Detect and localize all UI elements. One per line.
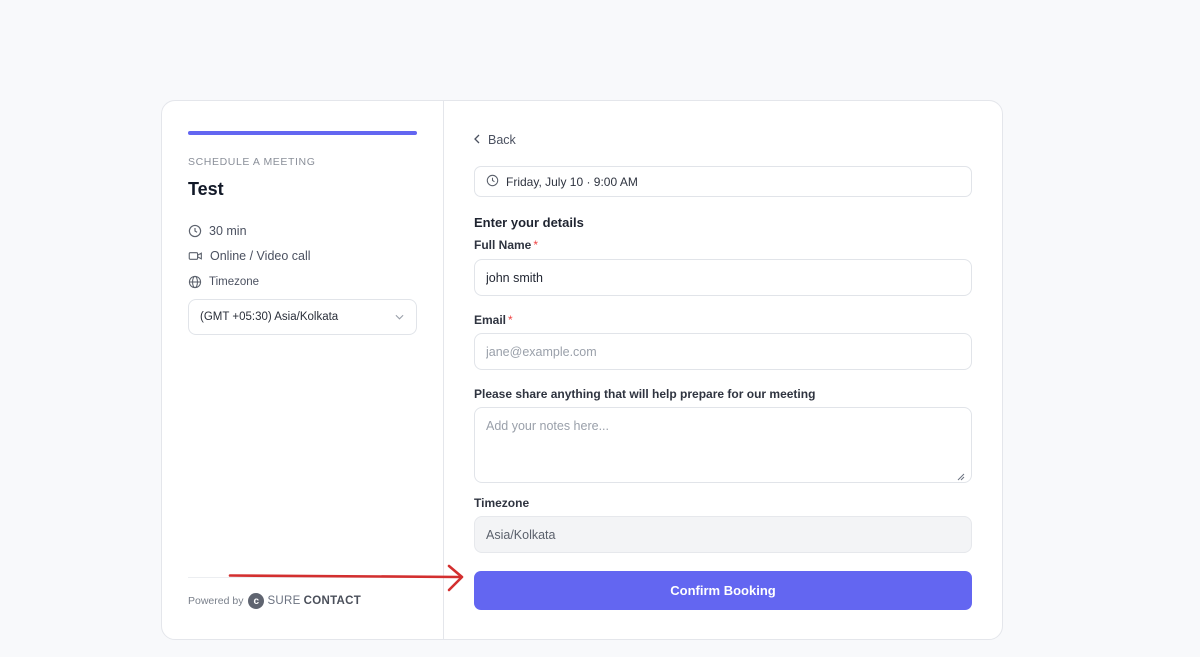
email-field[interactable] xyxy=(474,333,972,370)
booking-card: SCHEDULE A MEETING Test 30 min Online / … xyxy=(161,100,1003,640)
clock-icon xyxy=(188,224,202,238)
globe-icon xyxy=(188,275,202,289)
location-text: Online / Video call xyxy=(210,249,311,263)
powered-by-label: Powered by xyxy=(188,595,244,607)
required-marker: * xyxy=(508,313,513,327)
brand-contact: CONTACT xyxy=(303,595,362,607)
timezone-select-value: (GMT +05:30) Asia/Kolkata xyxy=(200,311,339,323)
booking-form: Back Friday, July 10 · 9:00 AM Enter you… xyxy=(474,101,972,639)
duration-text: 30 min xyxy=(209,224,247,238)
video-icon xyxy=(188,249,203,263)
brand-sure: SURE xyxy=(267,595,301,607)
accent-bar xyxy=(188,131,417,135)
selected-slot-text: Friday, July 10 · 9:00 AM xyxy=(506,174,638,189)
full-name-label: Full Name * xyxy=(474,238,538,252)
arrow-icon xyxy=(228,564,464,592)
surecontact-logo-icon: c xyxy=(248,593,265,609)
notes-label: Please share anything that will help pre… xyxy=(474,387,816,401)
duration-row: 30 min xyxy=(188,224,247,238)
email-label: Email * xyxy=(474,313,513,327)
location-row: Online / Video call xyxy=(188,249,311,263)
timezone-label: Timezone xyxy=(209,276,260,288)
surecontact-logo[interactable]: c SURE CONTACT xyxy=(248,593,361,609)
eyebrow-label: SCHEDULE A MEETING xyxy=(188,156,316,168)
required-marker: * xyxy=(533,238,539,252)
notes-field[interactable] xyxy=(474,407,972,483)
resize-handle-icon[interactable] xyxy=(956,468,965,486)
timezone-field xyxy=(474,516,972,553)
timezone-field-label: Timezone xyxy=(474,496,530,510)
back-link[interactable]: Back xyxy=(474,133,516,147)
full-name-label-text: Full Name xyxy=(474,238,532,252)
event-title: Test xyxy=(188,179,224,199)
back-label: Back xyxy=(488,133,516,147)
full-name-field[interactable] xyxy=(474,259,972,296)
email-label-text: Email xyxy=(474,313,507,327)
confirm-booking-button[interactable]: Confirm Booking xyxy=(474,571,972,610)
timezone-row: Timezone xyxy=(188,275,259,289)
chevron-left-icon xyxy=(474,133,480,147)
timezone-select[interactable]: (GMT +05:30) Asia/Kolkata xyxy=(188,299,417,335)
event-sidebar: SCHEDULE A MEETING Test 30 min Online / … xyxy=(162,101,444,639)
clock-icon xyxy=(486,174,499,190)
powered-by: Powered by c SURE CONTACT xyxy=(188,593,361,609)
selected-slot: Friday, July 10 · 9:00 AM xyxy=(474,166,972,197)
chevron-down-icon xyxy=(395,311,404,323)
details-heading: Enter your details xyxy=(474,215,584,230)
